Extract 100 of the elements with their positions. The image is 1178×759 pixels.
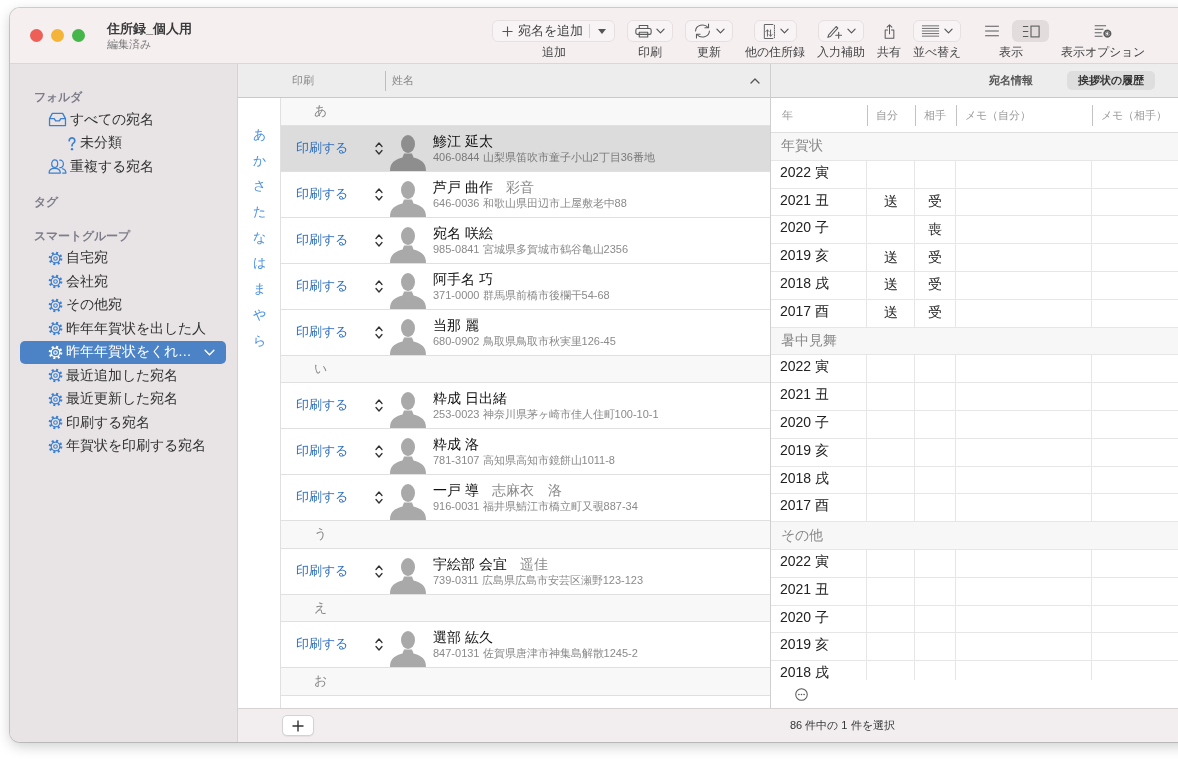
sidebar-item[interactable]: 未分類 (20, 131, 226, 155)
section-letter: お (314, 672, 327, 691)
sort-chevron-icon[interactable] (750, 77, 760, 84)
contact-address: 680-0902 鳥取県鳥取市秋実里126-45 (433, 333, 616, 348)
print-popup-button[interactable]: 印刷する (296, 217, 383, 263)
up-down-chevron-icon (375, 445, 383, 458)
print-popup-button[interactable]: 印刷する (296, 383, 383, 428)
sidebar-item[interactable]: 年賀状を印刷する宛名 (20, 434, 226, 458)
section-letter: あ (314, 102, 327, 121)
contact-row[interactable]: 印刷する 芦戸 曲作 彩音 646-0036 和歌山県田辺市上屋敷老中88 (281, 171, 770, 218)
contact-address: 985-0841 宮城県多賀城市鶴谷亀山2356 (433, 241, 628, 256)
received-cell-text: 受 (928, 305, 942, 322)
sidebar-item[interactable]: 昨年年賀状を出した人 (20, 317, 226, 341)
add-contact-button[interactable]: 宛名を追加 (493, 21, 589, 41)
columns-icon (1021, 24, 1040, 38)
column-header[interactable]: メモ（自分） (956, 104, 1092, 126)
column-header[interactable]: 印刷 (292, 73, 385, 88)
avatar-silhouette-icon (390, 556, 426, 594)
column-header[interactable]: 年 (771, 104, 867, 126)
index-letter[interactable]: や (248, 301, 270, 328)
sidebar-item[interactable]: 最近更新した宛名 (20, 387, 226, 411)
index-letter[interactable]: ら (248, 327, 270, 354)
section-letter: う (314, 525, 327, 544)
year-cell-text: 2019 亥 (780, 441, 830, 458)
index-letter[interactable]: な (248, 224, 270, 251)
gear-icon (48, 274, 63, 290)
toolbar-menu-button[interactable] (753, 20, 797, 42)
sidebar-item[interactable]: 昨年年賀状をくれ… (20, 340, 226, 364)
toolbar-menu-button[interactable] (627, 20, 673, 42)
index-letter[interactable]: さ (248, 173, 270, 200)
toolbar-label: 表示オプション (1061, 46, 1145, 59)
contact-name: 当那 麗 (433, 315, 479, 334)
contact-row[interactable]: 印刷する 当那 麗 680-0902 鳥取県鳥取市秋実里126-45 (281, 309, 770, 356)
toolbar-menu-button[interactable] (685, 20, 733, 42)
sidebar-item[interactable]: その他宛 (20, 293, 226, 317)
contact-name: 宛名 咲絵 (433, 223, 493, 242)
print-popup-button[interactable]: 印刷する (296, 548, 383, 594)
section-title: 年賀状 (781, 137, 823, 156)
status-text: 86 件中の 1 件を選択 (789, 718, 895, 733)
contact-row[interactable]: 印刷する 鯵江 延太 406-0844 山梨県笛吹市童子小山2丁目36番地 (281, 125, 770, 172)
print-popup-button[interactable]: 印刷する (296, 622, 383, 667)
year-cell-text: 2018 戌 (780, 469, 830, 486)
sidebar-section-title: スマートグループ (33, 227, 132, 245)
up-down-chevron-icon (375, 638, 383, 651)
contact-name: 粋成 洛 (433, 435, 479, 453)
toolbar-label: 更新 (697, 46, 721, 59)
column-header[interactable]: 自分 (867, 104, 915, 126)
index-letter[interactable]: あ (248, 122, 270, 148)
sidebar-item[interactable]: 重複する宛名 (20, 155, 226, 179)
index-letter[interactable]: ま (248, 276, 270, 302)
contact-address: 781-3107 高知県高知市鏡餅山1011-8 (433, 453, 615, 467)
toolbar-menu-button[interactable] (818, 20, 864, 42)
toolbar-menu-button[interactable] (913, 20, 961, 42)
year-cell-text: 2022 寅 (780, 358, 830, 375)
sidebar-item[interactable]: 自宅宛 (20, 246, 226, 270)
add-button[interactable] (282, 715, 314, 736)
contact-address: 253-0023 神奈川県茅ヶ崎市佳人住町100-10-1 (433, 407, 659, 421)
ellipsis-circle-icon[interactable] (795, 687, 808, 701)
contact-row[interactable]: 印刷する 宛名 咲絵 985-0841 宮城県多賀城市鶴谷亀山2356 (281, 217, 770, 264)
gear-icon (48, 297, 63, 313)
print-popup-button[interactable]: 印刷する (296, 429, 383, 474)
index-letter[interactable]: か (248, 147, 270, 174)
column-header[interactable]: 相手 (915, 104, 956, 126)
sidebar-item[interactable]: 最近追加した宛名 (20, 364, 226, 388)
sidebar-item[interactable]: 会社宛 (20, 270, 226, 294)
column-header[interactable]: 姓名 (386, 73, 414, 88)
print-popup-button[interactable]: 印刷する (296, 309, 383, 355)
contact-row[interactable]: 印刷する 粋成 洛 781-3107 高知県高知市鏡餅山1011-8 (281, 429, 770, 475)
avatar-silhouette-icon (390, 133, 426, 171)
index-letter[interactable]: た (248, 199, 270, 225)
gear-icon (48, 344, 63, 360)
index-letter[interactable]: は (248, 250, 270, 277)
year-cell-text: 2021 丑 (780, 386, 830, 403)
view-segment-button[interactable] (1012, 20, 1049, 42)
sidebar-item[interactable]: すべての宛名 (20, 108, 226, 132)
year-cell-text: 2020 子 (780, 413, 830, 430)
toolbar-label: 共有 (877, 46, 901, 59)
up-down-chevron-icon (375, 564, 383, 578)
print-popup-button[interactable]: 印刷する (296, 125, 383, 171)
up-down-chevron-icon (375, 279, 383, 293)
print-popup-button[interactable]: 印刷する (296, 263, 383, 309)
chevron-down-icon (847, 28, 856, 34)
close-button[interactable] (30, 28, 43, 42)
joint-name: 彩音 (505, 177, 534, 196)
avatar-silhouette-icon (390, 317, 426, 355)
tab[interactable]: 挨拶状の履歴 (1067, 71, 1155, 90)
year-cell-text: 2022 寅 (780, 163, 830, 180)
toolbar-label: 表示 (999, 46, 1023, 59)
column-header[interactable]: メモ（相手） (1092, 104, 1178, 126)
add-split-button[interactable]: 宛名を追加 (492, 20, 615, 42)
print-popup-button[interactable]: 印刷する (296, 475, 383, 520)
contact-row[interactable]: 印刷する 宇絵部 会宜 遥佳 739-0311 広島県広島市安芸区瀬野123-123 (281, 548, 770, 595)
contact-name: 粋成 日出緒 (433, 389, 507, 407)
print-popup-button[interactable]: 印刷する (296, 171, 383, 217)
contact-row[interactable]: 印刷する 阿手名 巧 371-0000 群馬県前橋市後欄干54-68 (281, 263, 770, 310)
sidebar-item[interactable]: 印刷する宛名 (20, 411, 226, 435)
caret-down-icon (598, 28, 606, 34)
contact-row[interactable]: 印刷する 粋成 日出緒 253-0023 神奈川県茅ヶ崎市佳人住町100-10-1 (281, 383, 770, 429)
tab[interactable]: 宛名情報 (978, 71, 1044, 90)
year-cell-text: 2017 酉 (780, 302, 830, 319)
